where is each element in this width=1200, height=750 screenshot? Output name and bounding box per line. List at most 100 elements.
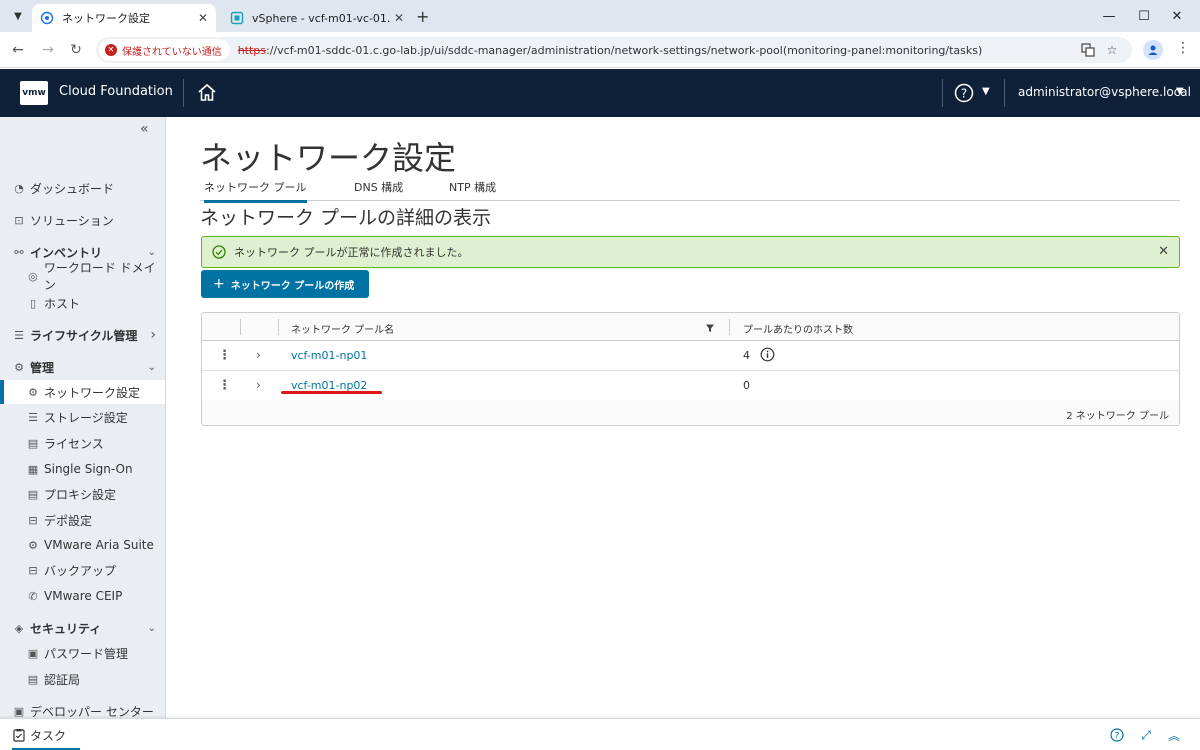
collapse-sidebar-icon[interactable]: « <box>140 121 149 137</box>
svg-text:?: ? <box>1115 732 1120 742</box>
password-icon: ▣ <box>27 646 39 660</box>
help-icon[interactable]: ? <box>954 83 974 103</box>
user-menu[interactable]: administrator@vsphere.local <box>1018 85 1191 99</box>
tab-ntp-config[interactable]: NTP 構成 <box>449 179 496 200</box>
sidebar-item[interactable]: ⊟ バックアップ <box>0 558 165 582</box>
sidebar-item-label: ネットワーク設定 <box>44 385 141 400</box>
sidebar-item[interactable]: ⚙ 管理 ⌄ <box>0 355 165 379</box>
close-tab-icon[interactable]: ✕ <box>198 11 208 25</box>
network-pool-grid: ネットワーク プール名 プールあたりのホスト数 ⋮ › vcf-m01-np01… <box>201 312 1180 426</box>
dashboard-icon: ◔ <box>14 181 24 195</box>
security-icon: ◈ <box>14 621 24 635</box>
alert-close-icon[interactable]: ✕ <box>1158 244 1169 259</box>
lifecycle-icon: ☰ <box>14 328 24 342</box>
host-count: 4 <box>743 349 750 362</box>
window-close-icon[interactable]: ✕ <box>1154 0 1200 32</box>
back-icon[interactable]: ← <box>8 40 28 60</box>
sidebar-item[interactable]: ▣ デベロッパー センター <box>0 699 165 719</box>
sidebar-item[interactable]: ⚙ ネットワーク設定 <box>0 380 165 404</box>
sidebar-item[interactable]: ⚙ VMware Aria Suite <box>0 533 165 557</box>
security-warning-chip[interactable]: ✕ 保護されていない通信 <box>99 39 230 61</box>
maximize-panel-icon[interactable]: ︽ <box>1166 727 1182 743</box>
product-name: Cloud Foundation <box>59 84 173 99</box>
row-expand-chevron-icon[interactable]: › <box>256 348 261 362</box>
depot-icon: ⊟ <box>28 513 38 527</box>
task-panel-bar: タスク ? ⤢ ︽ <box>0 718 1200 750</box>
sidebar-item-label: バックアップ <box>44 563 117 578</box>
sidebar-item[interactable]: ▤ プロキシ設定 <box>0 482 165 506</box>
sidebar-item[interactable]: ▣ パスワード管理 <box>0 641 165 665</box>
forward-icon[interactable]: → <box>38 40 58 60</box>
reload-icon[interactable]: ↻ <box>66 40 86 60</box>
profile-avatar-icon[interactable] <box>1143 40 1163 60</box>
expand-panel-icon[interactable]: ⤢ <box>1138 727 1154 743</box>
create-network-pool-button[interactable]: + ネットワーク プールの作成 <box>201 270 369 298</box>
sidebar-item[interactable]: ✆ VMware CEIP <box>0 584 165 608</box>
url-text[interactable]: https://vcf-m01-sddc-01.c.go-lab.jp/ui/s… <box>238 44 983 57</box>
new-tab-icon[interactable]: + <box>416 7 429 26</box>
sidebar-item[interactable]: ▤ ライセンス <box>0 431 165 455</box>
user-chevron-down-icon[interactable]: ▼ <box>1176 86 1184 97</box>
annotation-underline <box>281 391 382 394</box>
bookmark-star-icon[interactable]: ☆ <box>1102 40 1122 60</box>
success-alert: ネットワーク プールが正常に作成されました。 ✕ <box>201 236 1180 268</box>
url-scheme: https <box>237 43 267 57</box>
info-icon[interactable] <box>760 347 775 362</box>
table-row[interactable]: ⋮ › vcf-m01-np01 4 <box>202 341 1179 371</box>
close-tab-icon[interactable]: ✕ <box>394 11 404 25</box>
chevron-right-icon[interactable]: › <box>150 327 156 343</box>
sidebar-item-label: セキュリティ <box>30 621 102 636</box>
home-icon[interactable] <box>196 82 218 104</box>
column-separator <box>240 319 241 335</box>
host-count: 0 <box>743 379 750 392</box>
tasks-tab[interactable]: タスク <box>12 719 81 750</box>
table-row[interactable]: ⋮ › vcf-m01-np02 0 <box>202 371 1179 401</box>
sidebar-item[interactable]: ⊟ デポ設定 <box>0 508 165 532</box>
tasks-label: タスク <box>30 728 67 743</box>
sidebar-item[interactable]: ◈ セキュリティ ⌄ <box>0 616 165 640</box>
column-header-pool-name[interactable]: ネットワーク プール名 <box>291 321 394 336</box>
browser-menu-icon[interactable]: ⋮ <box>1176 40 1190 56</box>
admin-icon: ⚙ <box>14 360 24 374</box>
row-actions-icon[interactable]: ⋮ <box>218 348 231 363</box>
sidebar-item[interactable]: ◔ ダッシュボード <box>0 176 165 200</box>
header-divider <box>942 79 943 107</box>
sidebar-item-label: プロキシ設定 <box>44 487 117 502</box>
url-omnibox[interactable]: ✕ 保護されていない通信 https://vcf-m01-sddc-01.c.g… <box>96 37 1132 63</box>
help-chevron-down-icon[interactable]: ▼ <box>982 86 990 97</box>
chevron-down-icon[interactable]: ⌄ <box>148 247 156 258</box>
filter-icon[interactable] <box>705 322 715 332</box>
row-expand-chevron-icon[interactable]: › <box>256 378 261 392</box>
chevron-down-icon[interactable]: ⌄ <box>148 362 156 373</box>
network-settings-icon: ⚙ <box>28 385 38 399</box>
column-header-hosts-per-pool[interactable]: プールあたりのホスト数 <box>743 321 853 336</box>
browser-tab-network-settings[interactable]: ネットワーク設定 ✕ <box>32 4 216 32</box>
host-icon: ▯ <box>29 296 37 310</box>
alert-message: ネットワーク プールが正常に作成されました。 <box>234 246 469 259</box>
sidebar-item-label: ホスト <box>44 296 81 311</box>
sidebar-item[interactable]: ▤ 認証局 <box>0 667 165 691</box>
tab-network-pool[interactable]: ネットワーク プール <box>204 179 307 203</box>
tab-title: vSphere - vcf-m01-vc-01.c.go-lab.jp <box>252 11 390 25</box>
certificate-icon: ▤ <box>27 672 39 686</box>
sidebar-item-label: 管理 <box>30 360 55 375</box>
sidebar-item[interactable]: ☰ ライフサイクル管理 › <box>0 323 165 347</box>
row-actions-icon[interactable]: ⋮ <box>218 378 231 393</box>
sidebar-item-label: Single Sign-On <box>44 462 133 476</box>
sidebar-item[interactable]: ⊡ ソリューション <box>0 208 165 232</box>
translate-icon[interactable] <box>1078 40 1098 60</box>
sidebar: « ◔ ダッシュボード ⊡ ソリューション ⚯ インベントリ ⌄ ◎ ワークロード ドメイン ▯ ホ… <box>0 117 166 718</box>
tab-dns-config[interactable]: DNS 構成 <box>354 179 403 200</box>
tab-search-chevron-icon[interactable]: ▼ <box>8 6 28 26</box>
column-separator <box>729 319 730 335</box>
taskbar-help-icon[interactable]: ? <box>1109 727 1125 743</box>
pool-name-link[interactable]: vcf-m01-np01 <box>291 349 367 362</box>
chevron-down-icon[interactable]: ⌄ <box>148 623 156 634</box>
section-title: ネットワーク プールの詳細の表示 <box>200 207 492 229</box>
sidebar-item[interactable]: ▯ ホスト <box>0 291 165 315</box>
browser-tab-vsphere[interactable]: vSphere - vcf-m01-vc-01.c.go-lab.jp ✕ <box>222 4 412 32</box>
sso-icon: ▦ <box>27 462 39 476</box>
sidebar-item[interactable]: ▦ Single Sign-On <box>0 457 165 481</box>
sidebar-item[interactable]: ☰ ストレージ設定 <box>0 405 165 429</box>
sidebar-item[interactable]: ◎ ワークロード ドメイン <box>0 261 165 292</box>
